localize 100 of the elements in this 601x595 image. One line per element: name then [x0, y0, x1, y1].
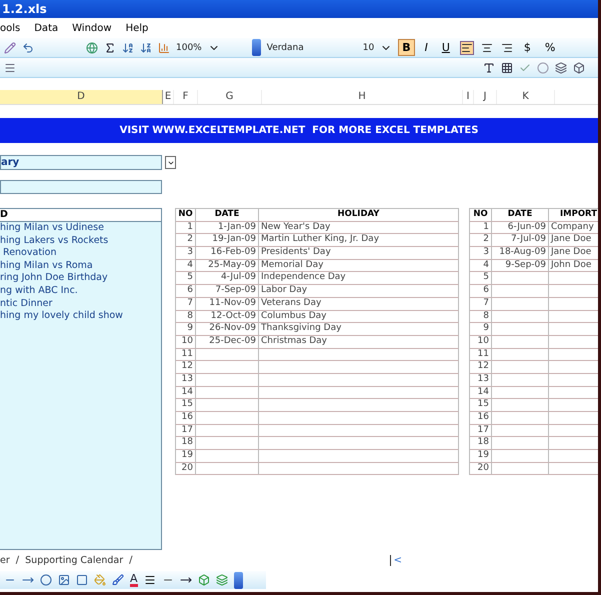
image-icon[interactable] — [58, 574, 70, 586]
table-cell — [196, 424, 259, 438]
table-cell — [196, 399, 259, 412]
table-cell: Veterans Day — [259, 298, 459, 310]
table-cell: Martin Luther King, Jr. Day — [259, 234, 459, 248]
table-cell: 18 — [176, 437, 196, 450]
sum-icon[interactable] — [104, 42, 116, 54]
table-cell: 5 — [470, 272, 492, 286]
circle-icon[interactable] — [40, 574, 52, 586]
sheet-tab[interactable]: Supporting Calendar — [25, 555, 124, 566]
line-style-icon[interactable] — [144, 574, 156, 586]
table-cell: Independence Day — [259, 272, 459, 286]
toolbar-grip[interactable] — [234, 572, 243, 588]
font-color-button[interactable]: A — [130, 573, 138, 587]
square-icon[interactable] — [76, 574, 88, 586]
sort-ascending-icon[interactable] — [122, 42, 134, 54]
column-header[interactable]: K — [497, 90, 555, 104]
input-field[interactable] — [0, 180, 162, 194]
pencil-icon[interactable] — [4, 42, 16, 54]
dropdown-button[interactable] — [165, 156, 176, 169]
table-cell: 9 — [176, 323, 196, 336]
table-cell: 7-Sep-09 — [196, 285, 259, 298]
table-cell — [492, 285, 549, 298]
column-header[interactable]: I — [463, 90, 474, 104]
table-cell — [196, 437, 259, 450]
zoom-field[interactable]: 100% — [176, 42, 202, 52]
layers-icon[interactable] — [555, 62, 567, 74]
table-cell: 10 — [470, 336, 492, 349]
table-cell — [196, 348, 259, 362]
chart-icon[interactable] — [158, 42, 170, 54]
column-header[interactable]: D — [0, 90, 163, 104]
brush-icon[interactable] — [112, 574, 124, 586]
font-size-field[interactable]: 10 — [362, 42, 374, 52]
panel-header: D — [0, 209, 161, 222]
table-cell: 15 — [176, 399, 196, 412]
format-button[interactable]: B — [398, 39, 415, 56]
table-cell: 7 — [176, 298, 196, 310]
circle-icon[interactable] — [537, 62, 549, 74]
table-cell — [492, 450, 549, 463]
table-cell: Columbus Day — [259, 310, 459, 324]
font-field[interactable]: Verdana — [266, 42, 357, 52]
menu-item[interactable]: Help — [126, 22, 148, 34]
align-left-icon[interactable] — [460, 40, 474, 54]
table-cell: 12 — [470, 361, 492, 374]
table-cell: 10 — [176, 336, 196, 349]
menu-icon[interactable] — [4, 62, 16, 74]
table-cell: 6 — [470, 285, 492, 298]
table-cell: 4 — [176, 260, 196, 272]
percent-button[interactable]: % — [540, 39, 560, 56]
sheet-tab[interactable]: er — [0, 555, 10, 566]
column-header[interactable]: J — [474, 90, 497, 104]
table-cell: 2 — [470, 234, 492, 248]
table-cell: 25-Dec-09 — [196, 336, 259, 349]
format-button[interactable]: I — [420, 39, 432, 56]
table-cell: 17 — [470, 424, 492, 438]
column-header[interactable]: H — [262, 90, 463, 104]
menu-item[interactable]: Window — [72, 22, 112, 34]
table-cell: 13 — [176, 374, 196, 387]
table-cell: 6 — [176, 285, 196, 298]
table-cell: 4-Jul-09 — [196, 272, 259, 286]
column-header: NO — [470, 209, 492, 222]
text-icon[interactable] — [483, 62, 495, 74]
column-header[interactable]: E — [163, 90, 174, 104]
table-cell: 15 — [470, 399, 492, 412]
event-item: ntic Dinner — [0, 298, 54, 310]
table-cell — [492, 348, 549, 362]
scroll-left-button[interactable]: < — [390, 555, 402, 566]
grid-icon[interactable] — [501, 62, 513, 74]
globe-icon[interactable] — [86, 42, 98, 54]
fill-color-icon[interactable] — [94, 574, 106, 586]
table-cell: 9-Sep-09 — [492, 260, 549, 272]
toolbar-grip[interactable] — [252, 39, 261, 56]
box-icon[interactable] — [573, 62, 585, 74]
format-button[interactable]: U — [438, 39, 454, 56]
table-cell: Company — [549, 222, 598, 234]
undo-icon[interactable] — [22, 42, 34, 54]
table-cell: Christmas Day — [259, 336, 459, 349]
table-cell — [196, 450, 259, 463]
sort-descending-icon[interactable] — [140, 42, 152, 54]
table-cell: 14 — [470, 386, 492, 400]
table-cell: 1-Jan-09 — [196, 222, 259, 234]
table-cell — [492, 437, 549, 450]
event-item: ring John Doe Birthday — [0, 272, 109, 285]
event-item: ng with ABC Inc. — [0, 284, 79, 298]
column-header: DATE — [196, 209, 259, 222]
column-header[interactable]: F — [174, 90, 198, 104]
category-dropdown[interactable]: ary — [0, 155, 162, 170]
table-cell: 8 — [470, 310, 492, 324]
table-cell: 16 — [176, 412, 196, 425]
check-icon[interactable] — [519, 62, 531, 74]
table-cell — [492, 323, 549, 336]
menu-item[interactable]: ools — [0, 22, 20, 34]
table-cell: Labor Day — [259, 285, 459, 298]
currency-button[interactable]: $ — [520, 39, 535, 56]
table-cell — [196, 374, 259, 387]
table-cell: Presidents' Day — [259, 247, 459, 260]
column-header[interactable]: G — [198, 90, 262, 104]
table-cell: 16 — [470, 412, 492, 425]
menu-item[interactable]: Data — [34, 22, 58, 34]
table-cell: 19 — [470, 450, 492, 463]
